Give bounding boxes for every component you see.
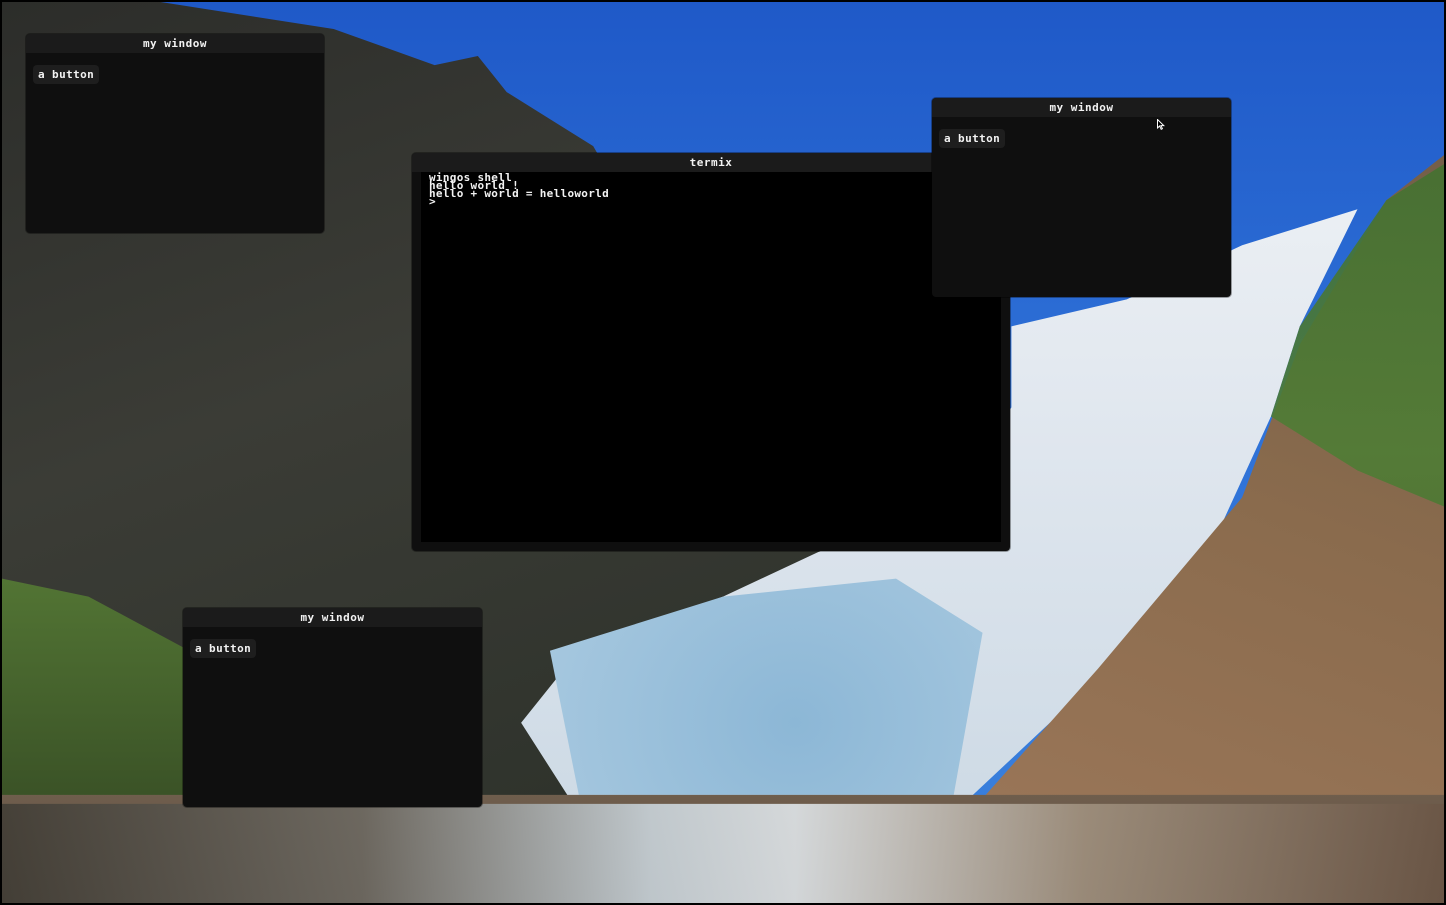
terminal-output[interactable]: wingos shell hello world ! hello + world… [421, 172, 1001, 542]
a-button[interactable]: a button [939, 129, 1006, 148]
my-window-bottom-left[interactable]: my window a button [183, 608, 482, 807]
window-titlebar[interactable]: my window [183, 608, 482, 627]
window-titlebar[interactable]: my window [932, 98, 1231, 117]
my-window-top-right[interactable]: my window a button [932, 98, 1231, 297]
termix-window[interactable]: termix wingos shell hello world ! hello … [412, 153, 1010, 551]
terminal-line: hello + world = helloworld [429, 187, 609, 200]
my-window-top-left[interactable]: my window a button [26, 34, 324, 233]
arrow-pointer-icon [1157, 115, 1166, 134]
desktop: my window a button termix wingos shell h… [0, 0, 1446, 905]
a-button[interactable]: a button [33, 65, 100, 84]
window-titlebar[interactable]: my window [26, 34, 324, 53]
a-button[interactable]: a button [190, 639, 257, 658]
terminal-titlebar[interactable]: termix [412, 153, 1010, 172]
